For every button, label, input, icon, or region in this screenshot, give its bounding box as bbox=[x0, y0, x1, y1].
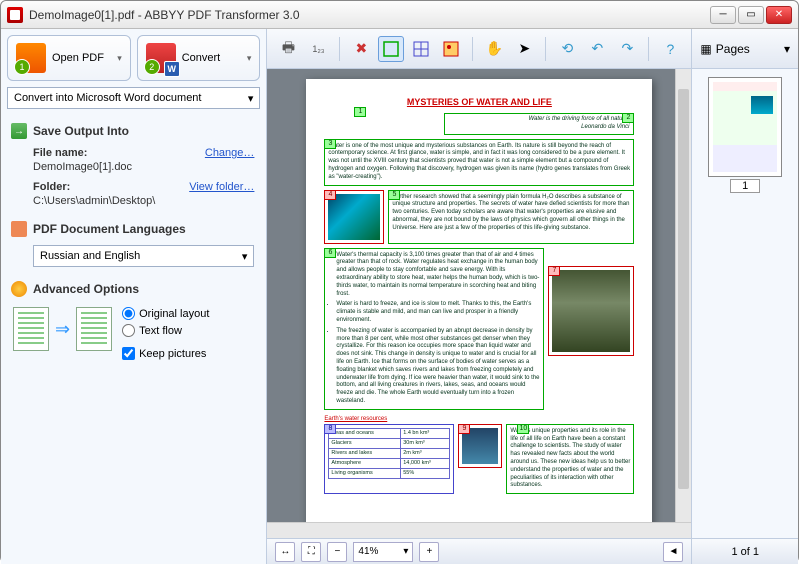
statusbar: ↔ ⛶ − 41%▾ + ◄ bbox=[267, 538, 691, 564]
change-link[interactable]: Change… bbox=[205, 147, 255, 159]
hand-icon[interactable]: ✋ bbox=[481, 36, 507, 62]
pages-header: ▦ Pages ▾ bbox=[692, 29, 798, 69]
image-region-7: 7 bbox=[548, 266, 634, 356]
page-content: 1 MYSTERIES OF WATER AND LIFE 2 Water is… bbox=[306, 79, 652, 522]
doc-title: MYSTERIES OF WATER AND LIFE bbox=[324, 97, 634, 107]
pages-panel: ▦ Pages ▾ 1 of 1 bbox=[691, 29, 798, 564]
view-folder-link[interactable]: View folder… bbox=[189, 181, 254, 193]
titlebar: DemoImage0[1].pdf - ABBYY PDF Transforme… bbox=[1, 1, 798, 29]
table-caption: Earth's water resources bbox=[324, 416, 634, 422]
layout-preview: ⇒ bbox=[13, 307, 112, 351]
prev-page-icon[interactable]: ◄ bbox=[663, 542, 683, 562]
language-combo[interactable]: Russian and English ▾ bbox=[33, 245, 254, 267]
rotate-icon[interactable]: ⟲ bbox=[554, 36, 580, 62]
undo-icon[interactable]: ↶ bbox=[584, 36, 610, 62]
image-region-4: 4 bbox=[324, 190, 384, 244]
book-icon bbox=[11, 221, 27, 237]
filename-label: File name: bbox=[33, 147, 87, 159]
pointer-icon[interactable]: ➤ bbox=[511, 36, 537, 62]
numbering-icon[interactable]: 1₂₃ bbox=[305, 36, 331, 62]
maximize-button[interactable]: ▭ bbox=[738, 6, 764, 24]
window-title: DemoImage0[1].pdf - ABBYY PDF Transforme… bbox=[29, 8, 710, 22]
picture-area-icon[interactable] bbox=[438, 36, 464, 62]
zoom-combo[interactable]: 41%▾ bbox=[353, 542, 413, 562]
pages-icon: ▦ bbox=[700, 42, 711, 56]
text-region-10: 10 Water's unique properties and its rol… bbox=[506, 424, 634, 494]
chevron-down-icon: ▾ bbox=[403, 546, 408, 557]
page-thumbnail[interactable] bbox=[708, 77, 782, 177]
gear-icon bbox=[11, 281, 27, 297]
filename-value: DemoImage0[1].doc bbox=[33, 161, 254, 173]
pdf-icon bbox=[16, 43, 46, 73]
chevron-down-icon[interactable]: ▾ bbox=[784, 42, 790, 56]
vertical-scrollbar[interactable] bbox=[675, 69, 691, 522]
convert-target-combo[interactable]: Convert into Microsoft Word document ▾ bbox=[7, 87, 260, 109]
horizontal-scrollbar[interactable] bbox=[267, 522, 691, 538]
save-output-header: Save Output Into bbox=[1, 117, 266, 143]
print-icon[interactable]: 🖶 bbox=[275, 36, 301, 62]
left-panel: Open PDF ▾ W Convert ▾ Convert into Micr… bbox=[1, 29, 267, 564]
app-icon bbox=[7, 7, 23, 23]
keep-pictures-checkbox[interactable]: Keep pictures bbox=[122, 347, 209, 360]
page-number-input[interactable] bbox=[730, 179, 760, 193]
zoom-in-icon[interactable]: + bbox=[419, 542, 439, 562]
image-region-9: 9 bbox=[458, 424, 502, 468]
table-area-icon[interactable] bbox=[408, 36, 434, 62]
delete-area-icon[interactable]: ✖ bbox=[348, 36, 374, 62]
minimize-button[interactable]: ─ bbox=[710, 6, 736, 24]
chevron-down-icon: ▾ bbox=[242, 250, 248, 263]
page-counter: 1 of 1 bbox=[692, 538, 798, 564]
text-region-3: 3 Water is one of the most unique and my… bbox=[324, 139, 634, 186]
open-pdf-label: Open PDF bbox=[52, 52, 104, 64]
toolbar: 🖶 1₂₃ ✖ ✋ ➤ ⟲ ↶ ↷ ? bbox=[267, 29, 691, 69]
text-region-5: 5 Further research showed that a seeming… bbox=[388, 190, 634, 244]
center-panel: 🖶 1₂₃ ✖ ✋ ➤ ⟲ ↶ ↷ ? 1 MYSTERIES OF WATER… bbox=[267, 29, 691, 564]
folder-label: Folder: bbox=[33, 181, 70, 193]
chevron-down-icon: ▾ bbox=[247, 53, 252, 64]
fit-page-icon[interactable]: ⛶ bbox=[301, 542, 321, 562]
text-area-icon[interactable] bbox=[378, 36, 404, 62]
save-icon bbox=[11, 123, 27, 139]
convert-icon: W bbox=[146, 43, 176, 73]
zoom-out-icon[interactable]: − bbox=[327, 542, 347, 562]
convert-target-value: Convert into Microsoft Word document bbox=[14, 92, 201, 104]
fit-width-icon[interactable]: ↔ bbox=[275, 542, 295, 562]
document-view[interactable]: 1 MYSTERIES OF WATER AND LIFE 2 Water is… bbox=[267, 69, 691, 522]
original-layout-radio[interactable]: Original layout bbox=[122, 307, 209, 320]
language-value: Russian and English bbox=[40, 250, 140, 262]
convert-button[interactable]: W Convert ▾ bbox=[137, 35, 261, 81]
convert-label: Convert bbox=[182, 52, 221, 64]
arrow-right-icon: ⇒ bbox=[55, 319, 70, 340]
open-pdf-button[interactable]: Open PDF ▾ bbox=[7, 35, 131, 81]
thumb-after-icon bbox=[76, 307, 112, 351]
chevron-down-icon: ▾ bbox=[248, 92, 254, 105]
help-icon[interactable]: ? bbox=[657, 36, 683, 62]
table-region-8: 8 Seas and oceans1.4 bn km³Glaciers30m k… bbox=[324, 424, 454, 494]
advanced-header: Advanced Options bbox=[1, 275, 266, 301]
text-region-6: 6 Water's thermal capacity is 3,100 time… bbox=[324, 248, 544, 410]
languages-header: PDF Document Languages bbox=[1, 215, 266, 241]
redo-icon[interactable]: ↷ bbox=[614, 36, 640, 62]
close-button[interactable]: ✕ bbox=[766, 6, 792, 24]
text-flow-radio[interactable]: Text flow bbox=[122, 324, 209, 337]
folder-value: C:\Users\admin\Desktop\ bbox=[33, 195, 254, 207]
chevron-down-icon: ▾ bbox=[117, 53, 122, 64]
thumb-before-icon bbox=[13, 307, 49, 351]
